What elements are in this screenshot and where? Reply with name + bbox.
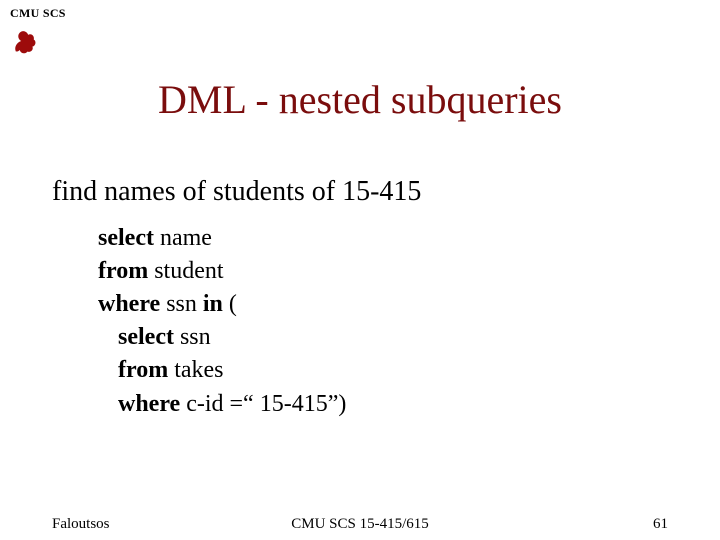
- keyword-in: in: [203, 291, 223, 317]
- query-line-4: select ssn: [98, 321, 346, 354]
- keyword-select: select: [118, 324, 174, 350]
- footer-page-number: 61: [653, 516, 668, 533]
- query-line-2: from student: [98, 255, 346, 288]
- keyword-where: where: [118, 391, 180, 417]
- keyword-from: from: [118, 357, 168, 383]
- query-line-6: where c-id =“ 15-415”): [98, 388, 346, 421]
- slide-subtitle: find names of students of 15-415: [52, 176, 421, 208]
- keyword-select: select: [98, 225, 154, 251]
- query-line-5: from takes: [98, 354, 346, 387]
- query-line-3: where ssn in (: [98, 288, 346, 321]
- query-text: c-id =“ 15-415”): [180, 391, 346, 417]
- query-line-1: select name: [98, 222, 346, 255]
- query-text: ssn: [160, 291, 203, 317]
- sql-query-block: select name from student where ssn in ( …: [98, 222, 346, 421]
- query-text: name: [154, 225, 212, 251]
- footer-course: CMU SCS 15-415/615: [52, 516, 668, 533]
- query-text: ssn: [174, 324, 211, 350]
- slide-title: DML - nested subqueries: [0, 76, 720, 123]
- header-logo-container: [10, 18, 38, 61]
- query-text: student: [148, 258, 223, 284]
- keyword-from: from: [98, 258, 148, 284]
- query-text: (: [223, 291, 237, 317]
- dragon-logo-icon: [10, 26, 38, 56]
- query-text: takes: [168, 357, 223, 383]
- keyword-where: where: [98, 291, 160, 317]
